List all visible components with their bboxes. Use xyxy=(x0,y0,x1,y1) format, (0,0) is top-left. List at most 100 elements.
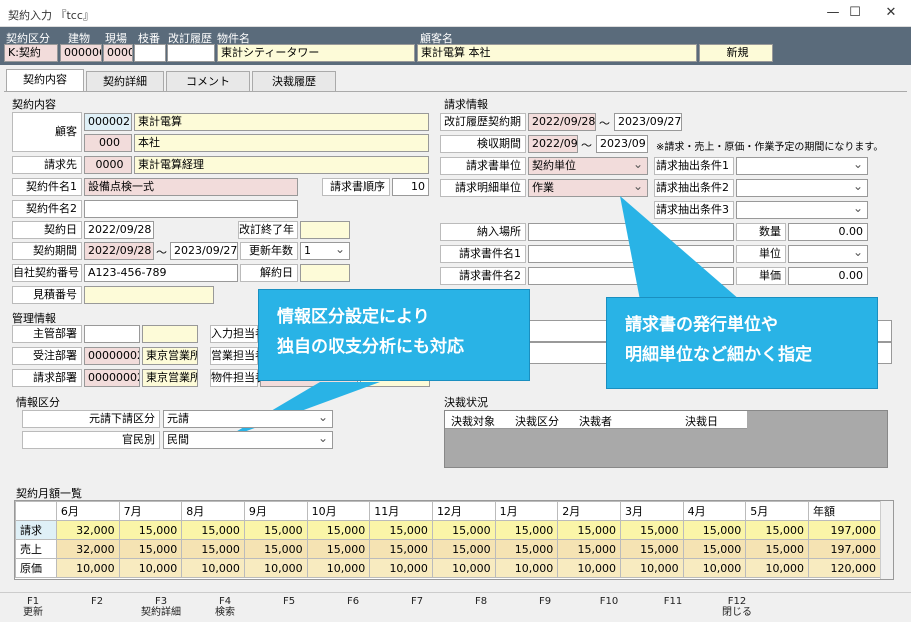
approval-col-approver: 決裁者 xyxy=(579,415,612,428)
monthly-row-label: 売上 xyxy=(15,539,57,559)
monthly-value-cell[interactable]: 10,000 xyxy=(118,558,183,578)
monthly-value-cell[interactable]: 10,000 xyxy=(55,558,120,578)
fkey-f11[interactable]: F11 xyxy=(642,596,704,607)
monthly-value-cell[interactable]: 32,000 xyxy=(55,520,120,540)
contractor-type-select[interactable]: 元請 xyxy=(163,410,333,428)
monthly-value-cell[interactable]: 15,000 xyxy=(619,520,684,540)
public-private-label: 官民別 xyxy=(22,431,160,449)
monthly-value-cell[interactable]: 15,000 xyxy=(243,539,308,559)
monthly-header-cell: 2月 xyxy=(557,501,621,521)
fkey-f12[interactable]: F12 閉じる xyxy=(706,596,768,618)
fkey-f3[interactable]: F3 契約詳細 xyxy=(130,596,192,618)
monthly-value-cell[interactable]: 15,000 xyxy=(243,520,308,540)
fkey-f2[interactable]: F2 xyxy=(66,596,128,607)
monthly-value-cell[interactable]: 15,000 xyxy=(494,520,559,540)
kessai-section-title: 決裁状況 xyxy=(444,396,488,409)
fkey-label: 閉じる xyxy=(722,607,752,618)
left-callout-line1: 情報区分設定により xyxy=(277,307,430,327)
fkey-f8[interactable]: F8 xyxy=(450,596,512,607)
right-callout-pointer xyxy=(620,196,740,300)
monthly-header-cell: 11月 xyxy=(369,501,433,521)
right-callout-line1: 請求書の発行単位や xyxy=(625,315,778,335)
monthly-value-cell[interactable]: 15,000 xyxy=(306,520,371,540)
fkey-code: F3 xyxy=(154,596,168,607)
monthly-value-cell[interactable]: 15,000 xyxy=(431,520,496,540)
monthly-header-cell: 7月 xyxy=(118,501,183,521)
monthly-value-cell[interactable]: 15,000 xyxy=(369,520,433,540)
monthly-value-cell[interactable]: 120,000 xyxy=(807,558,882,578)
monthly-value-cell[interactable]: 10,000 xyxy=(682,558,747,578)
fkey-code: F5 xyxy=(282,596,296,607)
monthly-value-cell[interactable]: 15,000 xyxy=(682,520,747,540)
right-callout: 請求書の発行単位や 明細単位など細かく指定 xyxy=(606,297,878,389)
fkey-code: F4 xyxy=(218,596,232,607)
monthly-value-cell[interactable]: 10,000 xyxy=(243,558,308,578)
fkey-f10[interactable]: F10 xyxy=(578,596,640,607)
monthly-value-cell[interactable]: 15,000 xyxy=(494,539,559,559)
monthly-value-cell[interactable]: 10,000 xyxy=(745,558,809,578)
fkey-f7[interactable]: F7 xyxy=(386,596,448,607)
monthly-value-cell[interactable]: 10,000 xyxy=(369,558,433,578)
monthly-value-cell[interactable]: 15,000 xyxy=(745,520,809,540)
monthly-value-cell[interactable]: 15,000 xyxy=(431,539,496,559)
monthly-value-cell[interactable]: 15,000 xyxy=(557,520,621,540)
monthly-value-cell[interactable]: 15,000 xyxy=(181,539,245,559)
fkey-code: F9 xyxy=(538,596,552,607)
monthly-value-cell[interactable]: 10,000 xyxy=(181,558,245,578)
fkey-f1[interactable]: F1 更新 xyxy=(2,596,64,618)
joho-section-title: 情報区分 xyxy=(16,396,60,409)
approval-col-date: 決裁日 xyxy=(685,415,718,428)
fkey-label: 契約詳細 xyxy=(141,607,181,618)
fkey-code: F10 xyxy=(599,596,619,607)
monthly-value-cell[interactable]: 15,000 xyxy=(557,539,621,559)
monthly-value-cell[interactable]: 10,000 xyxy=(306,558,371,578)
fkey-code: F8 xyxy=(474,596,488,607)
monthly-header-cell: 12月 xyxy=(431,501,496,521)
left-callout-line2: 独自の収支分析にも対応 xyxy=(277,337,464,357)
fkey-code: F2 xyxy=(90,596,104,607)
monthly-header-cell: 9月 xyxy=(243,501,308,521)
monthly-value-cell[interactable]: 197,000 xyxy=(807,539,882,559)
grid-scrollbar[interactable] xyxy=(880,501,893,579)
monthly-value-cell[interactable]: 15,000 xyxy=(306,539,371,559)
monthly-value-cell[interactable]: 15,000 xyxy=(682,539,747,559)
monthly-header-cell: 年額 xyxy=(807,501,882,521)
public-private-select[interactable]: 民間 xyxy=(163,431,333,449)
fkey-code: F1 xyxy=(26,596,40,607)
monthly-header-cell: 10月 xyxy=(306,501,371,521)
monthly-value-cell[interactable]: 15,000 xyxy=(745,539,809,559)
fkey-code: F12 xyxy=(727,596,747,607)
fkey-f4[interactable]: F4 検索 xyxy=(194,596,256,618)
monthly-header-cell: 6月 xyxy=(55,501,120,521)
fkey-f6[interactable]: F6 xyxy=(322,596,384,607)
monthly-header-cell: 3月 xyxy=(619,501,684,521)
monthly-value-cell[interactable]: 10,000 xyxy=(557,558,621,578)
monthly-header-cell: 4月 xyxy=(682,501,747,521)
monthly-row: 請求 32,000 15,000 15,000 15,000 15,000 15,000 15… xyxy=(15,520,882,540)
monthly-value-cell[interactable]: 10,000 xyxy=(494,558,559,578)
monthly-header-cell: 1月 xyxy=(494,501,559,521)
fkey-f5[interactable]: F5 xyxy=(258,596,320,607)
left-callout: 情報区分設定により 独自の収支分析にも対応 xyxy=(258,289,530,381)
monthly-grid: 6月 7月 8月 9月 10月 11月 12月 1月 2月 3月 4月 5月 年額 請求 32,000 15… xyxy=(14,500,894,580)
fkey-code: F7 xyxy=(410,596,424,607)
monthly-value-cell[interactable]: 15,000 xyxy=(619,539,684,559)
fkey-f9[interactable]: F9 xyxy=(514,596,576,607)
monthly-value-cell[interactable]: 15,000 xyxy=(181,520,245,540)
fkey-label: 更新 xyxy=(23,607,43,618)
approval-col-target: 決裁対象 xyxy=(451,415,495,428)
approval-col-type: 決裁区分 xyxy=(515,415,559,428)
monthly-value-cell[interactable]: 10,000 xyxy=(431,558,496,578)
approval-header: 決裁対象 決裁区分 決裁者 決裁日 xyxy=(445,411,747,429)
fkey-label: 検索 xyxy=(215,607,235,618)
monthly-row: 売上 32,000 15,000 15,000 15,000 15,000 15,000 15… xyxy=(15,539,882,559)
monthly-row-label: 請求 xyxy=(15,520,57,540)
monthly-header-cell xyxy=(15,501,57,521)
monthly-value-cell[interactable]: 15,000 xyxy=(118,520,183,540)
monthly-section-title: 契約月額一覧 xyxy=(16,487,82,500)
monthly-value-cell[interactable]: 10,000 xyxy=(619,558,684,578)
monthly-value-cell[interactable]: 197,000 xyxy=(807,520,882,540)
monthly-value-cell[interactable]: 32,000 xyxy=(55,539,120,559)
monthly-value-cell[interactable]: 15,000 xyxy=(118,539,183,559)
monthly-value-cell[interactable]: 15,000 xyxy=(369,539,433,559)
